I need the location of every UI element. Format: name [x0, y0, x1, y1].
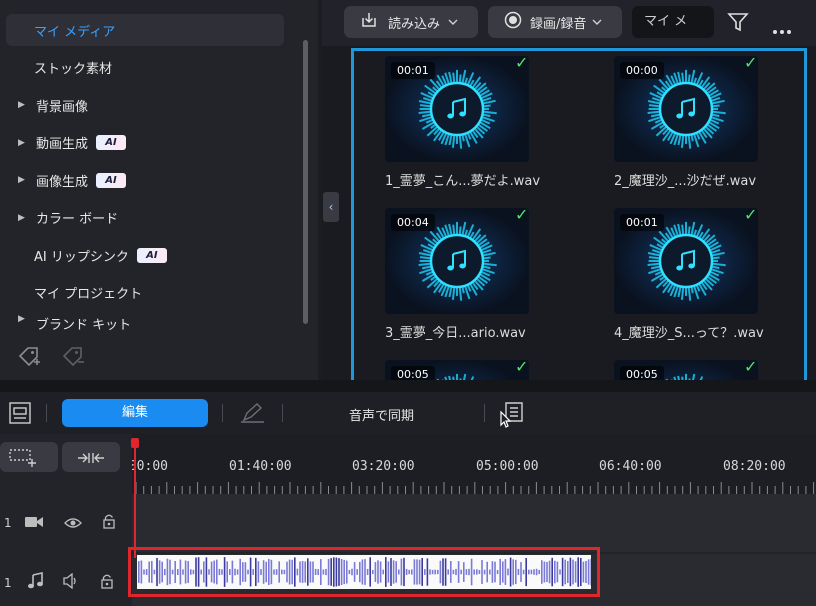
search-input[interactable]: マイ メ [632, 6, 714, 38]
waveform-graphic [138, 557, 591, 587]
panel-divider[interactable] [0, 380, 816, 392]
sidebar-item-label: AI リップシンク [34, 249, 129, 265]
media-file-name: 1_霊夢_こん...夢だよ.wav [385, 174, 541, 189]
sidebar-item[interactable]: AI リップシンク AI [6, 239, 284, 271]
media-library: 読み込み 録画/録音 マイ メ ‹ 00:01 ✓ 1_霊夢_こん...夢だよ.wa… [322, 0, 816, 398]
video-track: 1 [0, 494, 816, 552]
add-tag-icon[interactable] [16, 344, 42, 370]
ai-badge: AI [136, 247, 167, 263]
expand-arrow-icon[interactable]: ▶ [18, 138, 34, 148]
speaker-icon[interactable] [62, 572, 80, 593]
check-icon: ✓ [515, 357, 529, 376]
import-button[interactable]: 読み込み [344, 6, 478, 38]
sidebar-scrollbar[interactable] [303, 40, 308, 324]
import-icon [360, 11, 378, 33]
media-file-name: 3_霊夢_今日...ario.wav [385, 326, 526, 341]
layout-icon[interactable] [8, 401, 32, 429]
media-toolbar: 読み込み 録画/録音 マイ メ [322, 0, 816, 46]
playhead[interactable] [134, 438, 136, 558]
sidebar-item[interactable]: ▶ ブランド キット [6, 314, 284, 334]
media-thumbnail[interactable]: 00:01 [385, 56, 529, 162]
remove-tag-icon[interactable] [60, 344, 86, 370]
playhead-handle[interactable] [131, 438, 139, 448]
duration-badge: 00:04 [391, 214, 435, 231]
lock-icon[interactable] [100, 573, 114, 593]
sidebar-item-label: ブランド キット [36, 318, 132, 333]
ruler-ticks [135, 482, 815, 494]
expand-arrow-icon[interactable]: ▶ [18, 100, 34, 110]
fit-icon [76, 450, 106, 469]
fit-timeline-button[interactable] [62, 442, 120, 472]
check-icon: ✓ [515, 53, 529, 72]
check-icon: ✓ [744, 357, 758, 376]
record-icon [504, 11, 522, 33]
record-button[interactable]: 録画/録音 [488, 6, 622, 38]
sidebar-item[interactable]: ▶ カラー ボード [6, 202, 284, 234]
expand-arrow-icon[interactable]: ▶ [18, 175, 34, 185]
add-track-button[interactable] [0, 442, 58, 472]
edit-toolbar: 編集 音声で同期 [0, 392, 816, 434]
expand-arrow-icon[interactable]: ▶ [18, 213, 34, 223]
import-label: 読み込み [388, 16, 441, 32]
add-track-icon [8, 447, 38, 471]
sidebar-item[interactable]: ▶ 背景画像 [6, 89, 284, 121]
check-icon: ✓ [515, 205, 529, 224]
track-header: 1 [0, 554, 132, 606]
check-icon: ✓ [744, 53, 758, 72]
sidebar-item-label: 動画生成 [36, 137, 89, 152]
track-number: 1 [4, 516, 12, 530]
separator [222, 404, 223, 422]
video-track-body[interactable] [132, 494, 816, 552]
subtitle-icon[interactable] [498, 400, 526, 432]
media-grid: 00:01 ✓ 1_霊夢_こん...夢だよ.wav 00:00 ✓ 2_魔理沙_...沙だ… [351, 48, 807, 398]
sidebar-item-label: 背景画像 [36, 99, 89, 115]
audio-clip[interactable] [128, 547, 600, 597]
sidebar-item[interactable]: マイ メディア [6, 14, 284, 46]
ai-badge: AI [96, 172, 127, 188]
edit-button[interactable]: 編集 [62, 399, 208, 427]
sync-audio-label[interactable]: 音声で同期 [349, 405, 414, 424]
media-thumbnail[interactable]: 00:00 [614, 56, 758, 162]
sidebar-item[interactable]: ストック素材 [6, 52, 284, 84]
pen-icon[interactable] [238, 401, 266, 429]
duration-badge: 00:01 [391, 62, 435, 79]
lock-icon[interactable] [102, 513, 116, 533]
record-label: 録画/録音 [530, 16, 587, 32]
sidebar-item-label: 画像生成 [36, 174, 89, 190]
sidebar-item[interactable]: ▶ 動画生成 AI [6, 127, 284, 159]
collapse-sidebar-button[interactable]: ‹ [323, 192, 339, 222]
audio-waveform [137, 555, 591, 589]
media-thumbnail[interactable]: 00:01 [614, 208, 758, 314]
filter-icon[interactable] [726, 10, 750, 38]
more-icon[interactable] [772, 20, 792, 39]
expand-arrow-icon[interactable]: ▶ [18, 314, 34, 324]
track-number: 1 [4, 576, 12, 590]
separator [46, 404, 47, 422]
sidebar-item[interactable]: マイ プロジェクト [6, 277, 284, 309]
media-thumbnail[interactable]: 00:04 [385, 208, 529, 314]
sidebar-item-label: マイ メディア [34, 24, 116, 40]
video-camera-icon [24, 514, 44, 533]
sidebar-item-label: ストック素材 [34, 62, 113, 77]
sidebar-footer [0, 332, 318, 380]
duration-badge: 00:00 [620, 62, 664, 79]
music-note-icon [26, 572, 44, 594]
separator [282, 404, 283, 422]
media-file-name: 2_魔理沙_...沙だぜ.wav [614, 174, 757, 189]
track-header: 1 [0, 494, 132, 552]
ai-badge: AI [96, 135, 127, 150]
sidebar: マイ メディア ストック素材 ▶ 背景画像 ▶ 動画生成 AI ▶ 画像生成 AI ▶ カラー ボード… [0, 0, 318, 380]
media-file-name: 4_魔理沙_S...って？.wav [614, 326, 764, 341]
eye-icon[interactable] [64, 514, 82, 533]
chevron-down-icon [592, 15, 602, 30]
duration-badge: 00:01 [620, 214, 664, 231]
chevron-down-icon [448, 15, 458, 30]
sidebar-item-label: カラー ボード [36, 212, 119, 227]
sidebar-item-label: マイ プロジェクト [34, 287, 143, 302]
timeline-ruler[interactable]: 0:00:0001:40:0003:20:0005:00:0006:40:000… [132, 434, 816, 494]
separator [484, 404, 485, 422]
check-icon: ✓ [744, 205, 758, 224]
sidebar-item[interactable]: ▶ 画像生成 AI [6, 164, 284, 196]
